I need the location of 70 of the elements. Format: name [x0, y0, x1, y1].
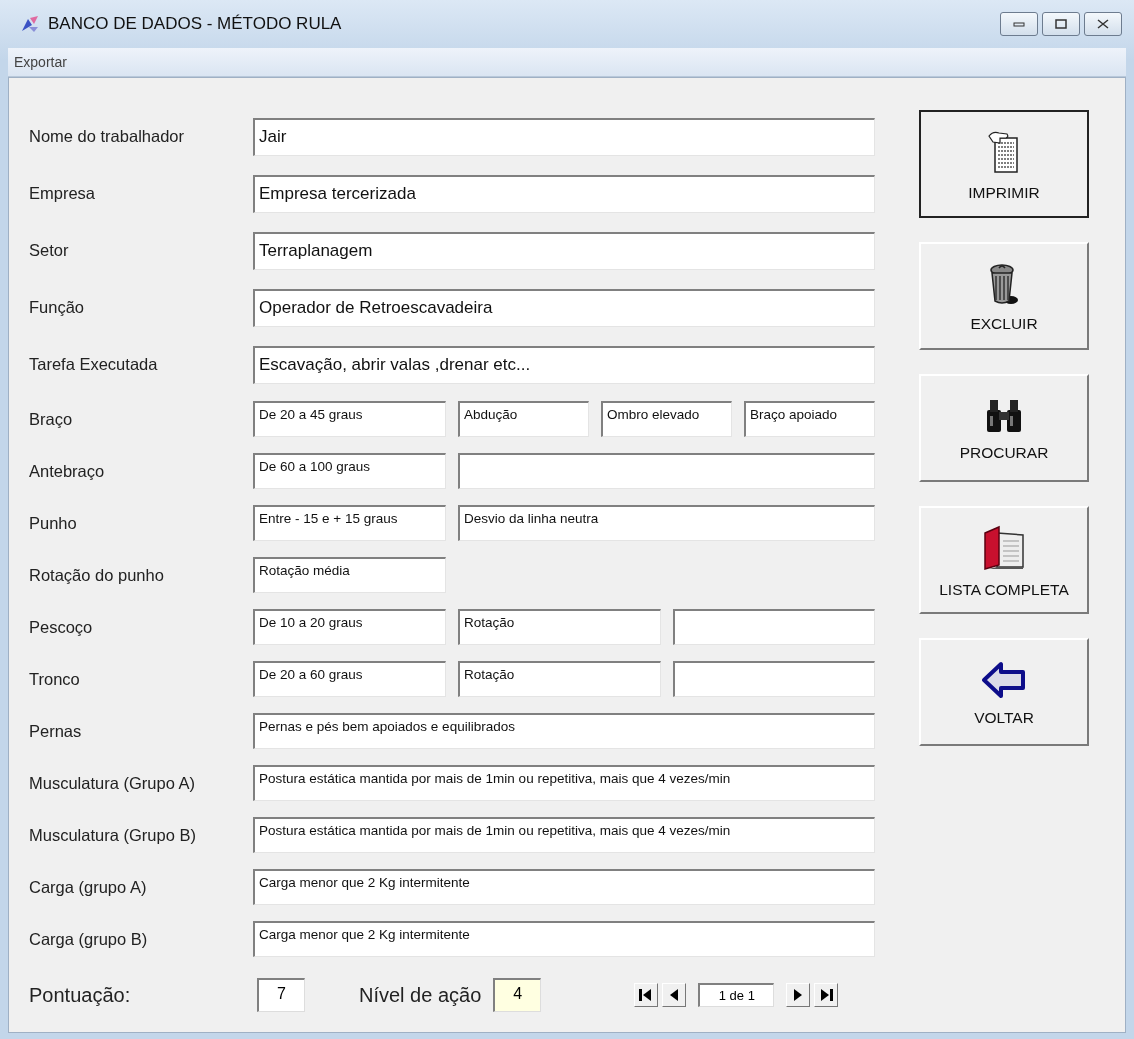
- field-label: Empresa: [29, 184, 97, 203]
- text-field[interactable]: Jair: [253, 117, 875, 156]
- field-label: Musculatura (Grupo A): [29, 773, 196, 793]
- last-record-button[interactable]: [814, 983, 839, 1007]
- field-label: Pescoço: [29, 617, 94, 637]
- text-field[interactable]: Rotação: [458, 661, 661, 697]
- field-label: Nome do trabalhador: [29, 127, 185, 146]
- text-field[interactable]: Entre - 15 e + 15 graus: [253, 505, 446, 541]
- field-label: Setor: [29, 241, 70, 260]
- text-field[interactable]: Rotação média: [253, 557, 446, 593]
- action-button[interactable]: PROCURAR: [919, 374, 1089, 482]
- field-label: Tronco: [29, 669, 81, 689]
- next-record-button[interactable]: [786, 983, 811, 1007]
- action-button[interactable]: LISTA COMPLETA: [919, 506, 1089, 614]
- text-field[interactable]: Postura estática mantida por mais de 1min ou repetitiva, mais que 4 vezes/min: [253, 817, 875, 853]
- previous-record-button[interactable]: [662, 983, 687, 1007]
- text-field[interactable]: De 20 a 45 graus: [253, 401, 446, 437]
- text-field[interactable]: Escavação, abrir valas ,drenar etc...: [253, 345, 875, 384]
- field-label: Pernas: [29, 721, 83, 741]
- field-label: Rotação do punho: [29, 565, 165, 585]
- field-label: Musculatura (Grupo B): [29, 825, 197, 845]
- field-label: Função: [29, 298, 86, 317]
- field-label: Braço: [29, 409, 74, 429]
- window-title: BANCO DE DADOS - MÉTODO RULA: [48, 14, 343, 34]
- binoculars-icon: [984, 398, 1024, 434]
- text-field[interactable]: [458, 453, 875, 489]
- text-field[interactable]: Postura estática mantida por mais de 1min ou repetitiva, mais que 4 vezes/min: [253, 765, 875, 801]
- action-level-label: Nível de ação: [359, 983, 482, 1007]
- maximize-button[interactable]: [1042, 12, 1080, 36]
- first-record-button[interactable]: [634, 983, 659, 1007]
- text-field[interactable]: [672, 609, 875, 645]
- text-field[interactable]: Abdução: [458, 401, 589, 437]
- text-field[interactable]: Empresa tercerizada: [253, 174, 875, 213]
- action-level-field[interactable]: 4: [493, 978, 542, 1012]
- skip-last-icon: [818, 987, 835, 1003]
- text-field[interactable]: Desvio da linha neutra: [458, 505, 875, 541]
- field-label: Carga (grupo A): [29, 877, 148, 897]
- menu-item[interactable]: Exportar: [14, 54, 67, 70]
- text-field[interactable]: Ombro elevado: [601, 401, 732, 437]
- text-field[interactable]: De 10 a 20 graus: [253, 609, 446, 645]
- field-label: Carga (grupo B): [29, 929, 149, 949]
- action-button[interactable]: VOLTAR: [919, 638, 1089, 746]
- field-label: Punho: [29, 513, 78, 533]
- score-label: Pontuação:: [29, 983, 132, 1007]
- text-field[interactable]: [672, 661, 875, 697]
- left-arrow-icon: [981, 661, 1027, 699]
- document-hand-icon: [987, 130, 1021, 174]
- minimize-button[interactable]: [1000, 12, 1038, 36]
- score-field[interactable]: 7: [257, 978, 305, 1012]
- trash-can-icon: [989, 263, 1019, 305]
- action-button[interactable]: IMPRIMIR: [919, 110, 1089, 218]
- minimize-icon: [1013, 20, 1025, 28]
- book-icon: [981, 525, 1027, 571]
- text-field[interactable]: Braço apoiado: [744, 401, 875, 437]
- field-label: Antebraço: [29, 461, 106, 481]
- text-field[interactable]: De 60 a 100 graus: [253, 453, 446, 489]
- field-label: Tarefa Executada: [29, 355, 159, 374]
- close-button[interactable]: [1084, 12, 1122, 36]
- text-field[interactable]: Carga menor que 2 Kg intermitente: [253, 921, 875, 957]
- maximize-icon: [1055, 19, 1067, 29]
- text-field[interactable]: De 20 a 60 graus: [253, 661, 446, 697]
- text-field[interactable]: Pernas e pés bem apoiados e equilibrados: [253, 713, 875, 749]
- record-field[interactable]: 1 de 1: [698, 983, 775, 1007]
- app-icon: [20, 15, 40, 33]
- text-field[interactable]: Carga menor que 2 Kg intermitente: [253, 869, 875, 905]
- text-field[interactable]: Operador de Retroescavadeira: [253, 288, 875, 327]
- text-field[interactable]: Rotação: [458, 609, 661, 645]
- text-field[interactable]: Terraplanagem: [253, 231, 875, 270]
- action-button[interactable]: EXCLUIR: [919, 242, 1089, 350]
- close-icon: [1097, 19, 1109, 29]
